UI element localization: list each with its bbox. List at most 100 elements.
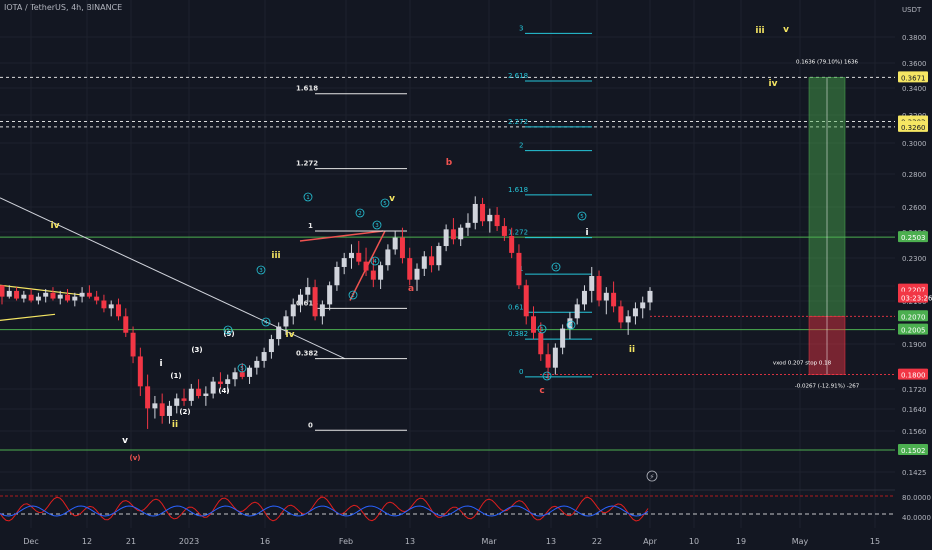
candle-body [123,316,129,333]
wave-label: a [408,284,414,294]
candle-body [115,304,121,317]
candle-body [312,287,318,317]
price-tag-label: 0.1502 [901,447,926,455]
x-tick-label: 13 [546,537,556,546]
candle-body [618,306,624,323]
candle-body [290,304,296,317]
candle-body [596,276,602,301]
candle-body [560,328,566,348]
candle-body [239,372,245,377]
candle-body [203,393,209,396]
lightning-icon: ⚡ [650,473,655,481]
x-tick-label: 16 [260,537,270,546]
candle-body [531,316,537,333]
candle-body [363,261,369,271]
price-tag-label: 0.2503 [901,234,926,242]
candle-body [159,403,165,416]
wave-count-number: 5 [383,201,387,207]
candle-body [356,252,362,262]
fib-white-label: 0.382 [296,350,318,358]
candle-body [327,285,333,305]
wave-label: (v) [130,454,141,462]
candle-body [181,398,187,401]
fib-white-label: 0 [308,421,313,429]
candle-body [472,203,478,223]
candle-body [174,398,180,406]
candle-body [43,292,49,297]
candle-body [407,258,413,280]
price-tag-label: 0.2070 [901,313,926,321]
candle-body [480,203,486,222]
candle-body [254,360,260,368]
candle-body [611,292,617,307]
candle-body [50,292,56,299]
wave-count-number: 1 [306,195,310,201]
position-entry-text: vxod 0.207 stop 0.18 [773,360,832,366]
y-tick-label: 0.2300 [902,255,927,263]
candle-body [538,332,544,355]
candle-body [79,292,85,297]
x-tick-label: 15 [870,537,880,546]
candle-body [494,214,500,227]
x-tick-label: 2023 [179,537,199,546]
candle-body [348,252,354,259]
candle-body [552,347,558,368]
x-tick-label: 21 [126,537,136,546]
candle-body [305,287,311,295]
candle-body [421,256,427,269]
wave-count-number: 2 [351,293,355,299]
wave-label: c [539,386,544,396]
fib-cyan-label: 1.272 [508,229,528,237]
y-tick-label: 0.3000 [902,140,927,148]
candle-body [458,227,464,240]
candle-body [443,229,449,247]
candle-body [217,381,223,384]
wave-count-number: 2 [358,211,362,217]
candle-body [545,354,551,368]
y-tick-label: 0.3800 [902,34,927,42]
candle-body [574,304,580,319]
fib-cyan-label: 3 [519,24,523,32]
candle-body [436,246,442,266]
candle-body [589,276,595,291]
candle-body [370,270,376,280]
position-target-text: 0.1636 (79.10%) 1636 [796,59,859,65]
fib-cyan-label: 2 [519,142,523,150]
candle-body [581,290,587,305]
wave-count-number: 5 [226,328,230,334]
x-tick-label: 22 [592,537,602,546]
wave-label: (4) [218,387,229,395]
fib-white-label: 1 [308,222,313,230]
wave-count-number: 3 [259,268,263,274]
y-tick-label: 0.3600 [902,60,927,68]
candle-body [247,367,253,377]
candle-body [35,296,41,301]
candle-body [28,294,34,301]
candle-body [145,386,151,409]
y-tick-label: 0.1640 [902,406,927,414]
y-tick-label: 0.2600 [902,204,927,212]
wave-label: ii [172,420,178,430]
candle-body [137,356,143,387]
wave-label: iii [271,251,280,261]
wave-label: i [159,359,162,369]
rsi-level-label: 80.0000 [902,494,931,502]
x-tick-label: Feb [339,537,353,546]
fib-cyan-label: 2.618 [508,72,528,80]
wave-count-number: 3 [375,223,379,229]
candle-body [196,388,202,396]
candle-body [72,296,78,301]
candle-body [65,294,71,301]
fib-cyan-label: 1.618 [508,186,528,194]
rsi-level-label: 40.0000 [902,514,931,522]
x-tick-label: May [792,537,809,546]
candle-body [57,294,63,299]
price-chart[interactable]: 0.38000.36000.34000.32000.30000.28000.26… [0,0,932,550]
y-tick-label: 0.1560 [902,428,927,436]
x-tick-label: 13 [405,537,415,546]
x-tick-label: Dec [23,537,38,546]
price-tag-label: 03:23:26 [901,295,932,303]
price-tag-label: 0.2005 [901,327,926,335]
candle-body [414,268,420,280]
x-tick-label: Apr [643,537,658,546]
